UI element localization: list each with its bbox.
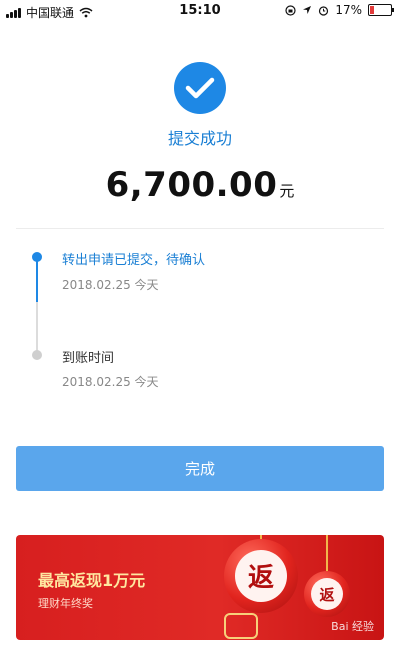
lantern-char-large: 返 bbox=[235, 550, 287, 602]
timeline-step-1-date: 2018.02.25 今天 bbox=[62, 276, 159, 293]
lantern-char-small: 返 bbox=[310, 577, 344, 611]
lantern-ornament-small: 返 bbox=[304, 571, 350, 617]
lantern-ornament-large: 返 bbox=[224, 539, 298, 613]
alarm-icon bbox=[319, 5, 329, 16]
lock-rotation-icon bbox=[285, 4, 296, 16]
timeline-line-pending bbox=[36, 302, 38, 354]
chinese-knot-icon bbox=[224, 613, 258, 639]
amount-display: 6,700.00 元 bbox=[0, 165, 400, 205]
timeline-dot-active bbox=[32, 252, 42, 262]
timeline-step-2-date: 2018.02.25 今天 bbox=[62, 373, 159, 390]
result-title: 提交成功 bbox=[167, 129, 232, 148]
banner-subtitle: 理财年终奖 bbox=[38, 597, 93, 610]
amount-value: 6,700.00 bbox=[105, 165, 278, 205]
timeline-step-2-title: 到账时间 bbox=[62, 351, 115, 366]
timeline-step-2-date-value: 2018.02.25 bbox=[62, 375, 131, 389]
success-check-circle bbox=[174, 62, 226, 114]
timeline-step-2-day: 今天 bbox=[134, 375, 159, 389]
amount-unit: 元 bbox=[279, 182, 295, 200]
divider bbox=[16, 228, 384, 229]
timeline-step-1-day: 今天 bbox=[134, 278, 159, 292]
timeline-step-1-date-value: 2018.02.25 bbox=[62, 278, 131, 292]
location-icon bbox=[303, 6, 312, 14]
timeline-dot-pending bbox=[32, 350, 42, 360]
banner-title: 最高返现1万元 bbox=[38, 571, 146, 590]
timeline-step-1-title: 转出申请已提交，待确认 bbox=[62, 253, 206, 268]
watermark: Bai 经验 bbox=[331, 620, 374, 633]
ornament-string-small bbox=[326, 535, 328, 571]
status-right: 17% bbox=[285, 3, 394, 17]
battery-percent: 17% bbox=[335, 3, 362, 17]
battery-icon bbox=[368, 4, 394, 16]
check-icon bbox=[185, 77, 215, 99]
promo-banner[interactable]: 最高返现1万元 理财年终奖 返 返 Bai 经验 bbox=[16, 535, 384, 640]
timeline-line-active bbox=[36, 258, 38, 302]
done-button[interactable]: 完成 bbox=[16, 446, 384, 491]
status-bar: 中国联通 15:10 17% bbox=[0, 0, 400, 22]
